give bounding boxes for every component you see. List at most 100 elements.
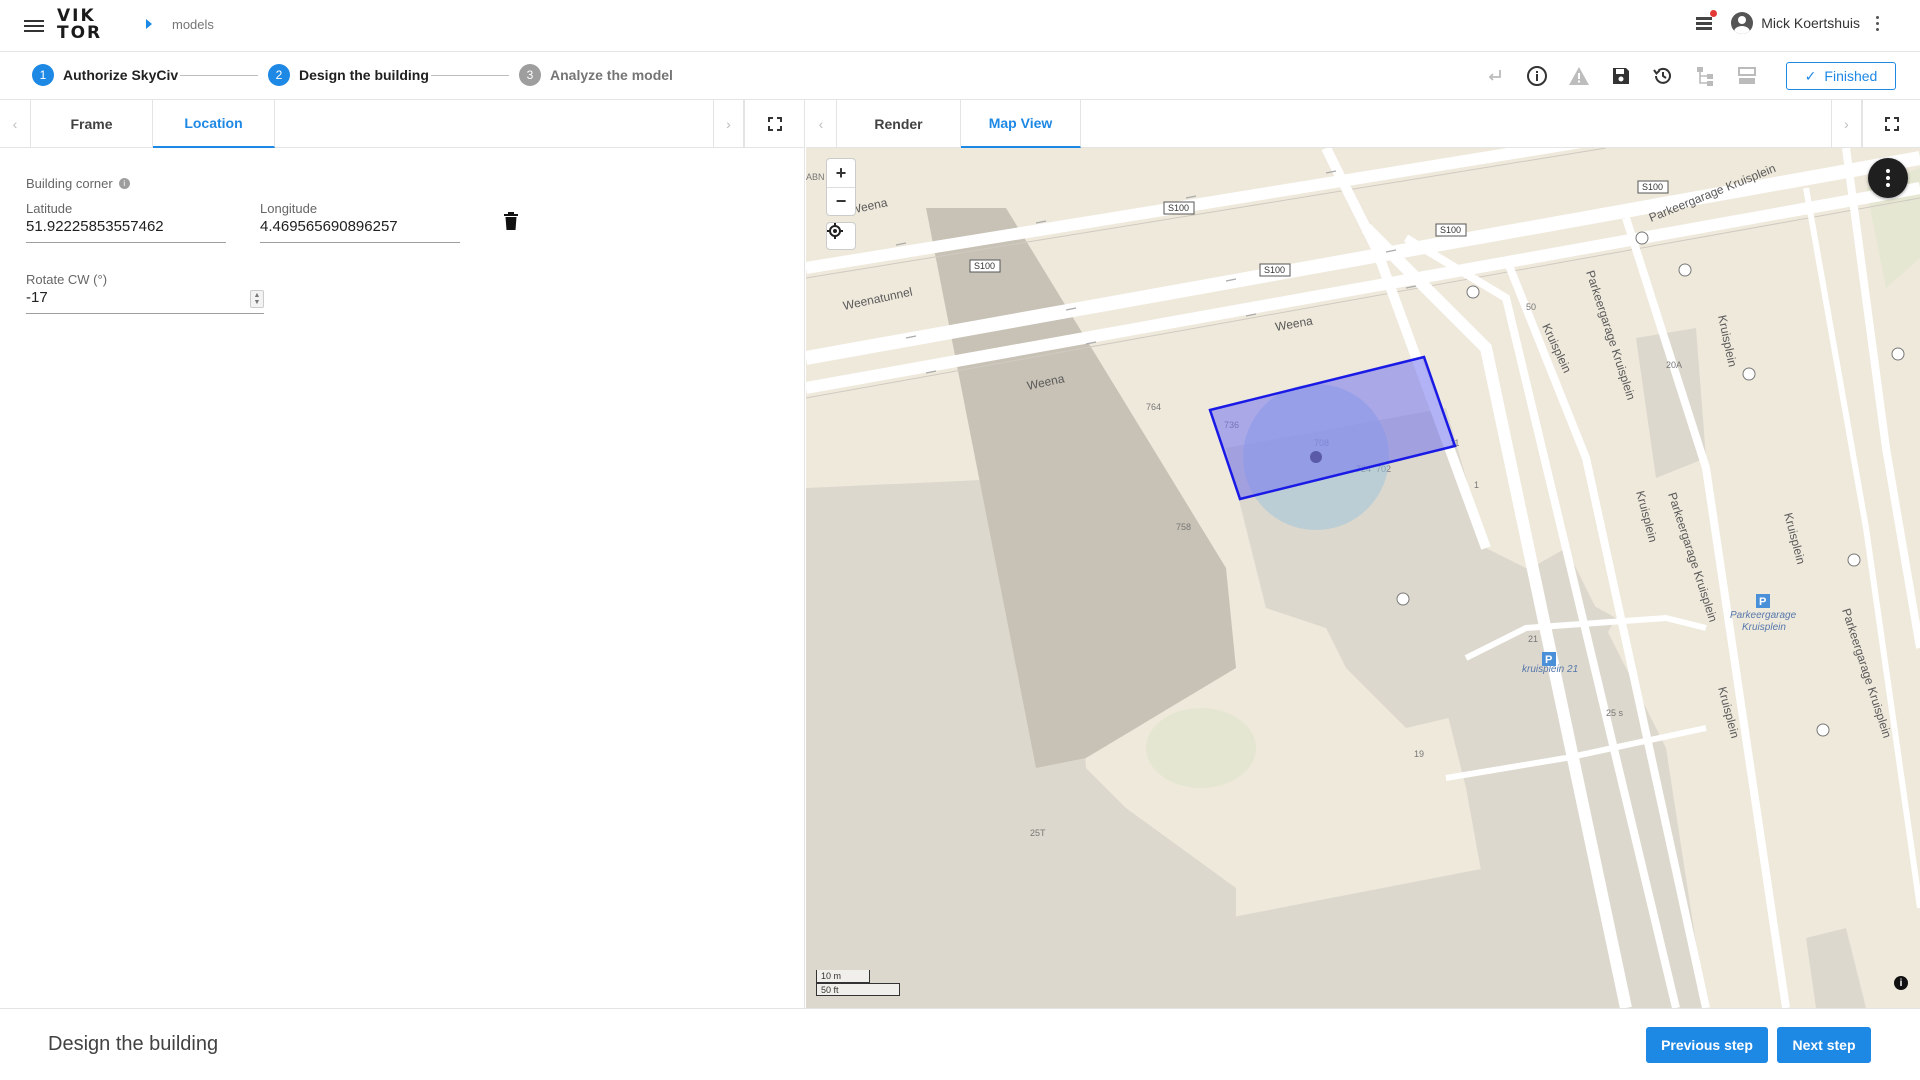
map-label-number: 25 s	[1606, 708, 1624, 718]
map-view[interactable]: S100 S100 S100 S100 S100 Weena Weenatunn…	[806, 148, 1920, 1008]
step-bar: 1 Authorize SkyCiv 2 Design the building…	[0, 52, 1920, 100]
map-options-button[interactable]	[1868, 158, 1908, 198]
top-bar: VIK TOR models Mick Koertshuis	[0, 0, 1920, 52]
latitude-input[interactable]: 51.92225853557462	[26, 218, 226, 243]
toolbar: ✓ Finished	[1482, 62, 1896, 90]
tab-scroll-left-icon[interactable]: ‹	[806, 100, 837, 147]
tree-icon[interactable]	[1692, 63, 1718, 89]
poi-camera-icon	[1396, 592, 1410, 606]
map-scale: 10 m 50 ft	[816, 970, 900, 996]
map-label-s100: S100	[1264, 265, 1285, 275]
notification-dot	[1710, 10, 1718, 17]
step-number: 3	[519, 64, 541, 86]
map-label-number: 21	[1528, 634, 1538, 644]
fullscreen-icon[interactable]	[744, 100, 804, 147]
rotate-stepper[interactable]: ▲ ▼	[250, 290, 264, 308]
rotate-label: Rotate CW (°)	[26, 272, 108, 287]
warning-icon[interactable]	[1566, 63, 1592, 89]
poi-shop-icon	[1847, 553, 1861, 567]
layers-icon[interactable]	[1734, 63, 1760, 89]
info-icon[interactable]: i	[118, 178, 130, 189]
map-label-number: 25T	[1030, 828, 1046, 838]
previous-step-button[interactable]: Previous step	[1646, 1027, 1768, 1063]
poi-info-icon	[1466, 285, 1480, 299]
delete-icon[interactable]	[503, 212, 519, 235]
map-label-s100: S100	[1440, 225, 1461, 235]
more-options-icon[interactable]	[1876, 15, 1880, 31]
map-label-number: 758	[1176, 522, 1191, 532]
user-menu[interactable]: Mick Koertshuis	[1731, 12, 1860, 34]
right-tab-bar: ‹ Render Map View ›	[806, 100, 1920, 148]
map-label-s100: S100	[1642, 182, 1663, 192]
right-panel: ‹ Render Map View › S100 S100 S100 S100 …	[806, 100, 1920, 1008]
info-icon[interactable]	[1524, 63, 1550, 89]
map-label-parking: Parkeergarage	[1730, 610, 1797, 621]
map-label-kruisplein: Kruisplein	[1781, 511, 1808, 566]
rotate-field[interactable]: Rotate CW (°) -17 ▲ ▼	[26, 272, 264, 314]
attribution-info-icon[interactable]: i	[1894, 976, 1908, 990]
map-park	[1146, 708, 1256, 788]
map-label-number: ABN	[806, 172, 825, 182]
finished-label: Finished	[1824, 68, 1878, 84]
map-label-s100: S100	[974, 261, 995, 271]
map-label-weena: Weena	[1274, 314, 1314, 334]
avatar-icon	[1731, 12, 1754, 34]
poi-info-icon	[1891, 347, 1905, 361]
tab-frame[interactable]: Frame	[31, 100, 153, 148]
enter-icon[interactable]	[1482, 63, 1508, 89]
zoom-control: + −	[826, 158, 856, 216]
scale-metric: 10 m	[816, 970, 870, 983]
poi-info-icon	[1816, 723, 1830, 737]
step-connector	[180, 75, 258, 76]
step-authorize-skyciv[interactable]: 1 Authorize SkyCiv	[32, 64, 178, 86]
map-label-s100: S100	[1168, 203, 1189, 213]
latitude-label: Latitude	[26, 201, 73, 216]
zoom-in-button[interactable]: +	[827, 159, 855, 187]
map-label-kruisplein: Kruisplein	[1715, 314, 1740, 368]
map-label-weenatunnel: Weenatunnel	[842, 285, 914, 313]
poi-shop-icon	[1635, 231, 1649, 245]
longitude-field[interactable]: Longitude 4.469565690896257	[260, 201, 460, 243]
longitude-input[interactable]: 4.469565690896257	[260, 218, 460, 243]
tab-location[interactable]: Location	[153, 100, 275, 148]
breadcrumb-arrow-icon	[146, 19, 152, 29]
current-step-title: Design the building	[48, 1033, 219, 1055]
tab-render[interactable]: Render	[837, 100, 961, 148]
map-label-number: 50	[1526, 302, 1536, 312]
next-step-button[interactable]: Next step	[1777, 1027, 1871, 1063]
user-name: Mick Koertshuis	[1761, 15, 1860, 31]
breadcrumb-models[interactable]: models	[172, 17, 214, 32]
latitude-field[interactable]: Latitude 51.92225853557462	[26, 201, 226, 243]
map-label-parkeergarage: Parkeergarage Kruisplein	[1583, 269, 1638, 402]
parking-icon-glyph: P	[1545, 654, 1552, 666]
left-panel: ‹ Frame Location › Building corner i Lat…	[0, 100, 805, 1008]
footer: Design the building Previous step Next s…	[0, 1008, 1920, 1080]
save-icon[interactable]	[1608, 63, 1634, 89]
menu-icon[interactable]	[24, 17, 44, 35]
tab-map-view[interactable]: Map View	[961, 100, 1081, 148]
locate-icon[interactable]	[826, 222, 856, 250]
step-design-building[interactable]: 2 Design the building	[268, 64, 429, 86]
map-label-kruisplein: Kruisplein	[1633, 489, 1660, 544]
step-analyze-model[interactable]: 3 Analyze the model	[519, 64, 673, 86]
rotate-input[interactable]: -17	[26, 289, 264, 314]
tab-scroll-right-icon[interactable]: ›	[713, 100, 744, 147]
viktor-logo[interactable]: VIK TOR	[57, 8, 102, 42]
notifications-icon[interactable]	[1693, 10, 1718, 34]
step-number: 1	[32, 64, 54, 86]
history-icon[interactable]	[1650, 63, 1676, 89]
fullscreen-icon[interactable]	[1862, 100, 1920, 147]
left-tab-bar: ‹ Frame Location ›	[0, 100, 804, 148]
tab-scroll-right-icon[interactable]: ›	[1831, 100, 1862, 147]
step-label: Design the building	[299, 67, 429, 83]
finished-button[interactable]: ✓ Finished	[1786, 62, 1896, 90]
step-label: Authorize SkyCiv	[63, 67, 179, 83]
tab-scroll-left-icon[interactable]: ‹	[0, 100, 31, 147]
map-label-parking: Kruisplein	[1742, 622, 1786, 633]
scale-imperial: 50 ft	[816, 983, 900, 996]
poi-info-icon	[1678, 263, 1692, 277]
location-marker[interactable]	[1310, 451, 1322, 463]
map-label-number: 764	[1146, 402, 1161, 412]
zoom-out-button[interactable]: −	[827, 187, 855, 215]
map-canvas[interactable]: S100 S100 S100 S100 S100 Weena Weenatunn…	[806, 148, 1920, 1008]
